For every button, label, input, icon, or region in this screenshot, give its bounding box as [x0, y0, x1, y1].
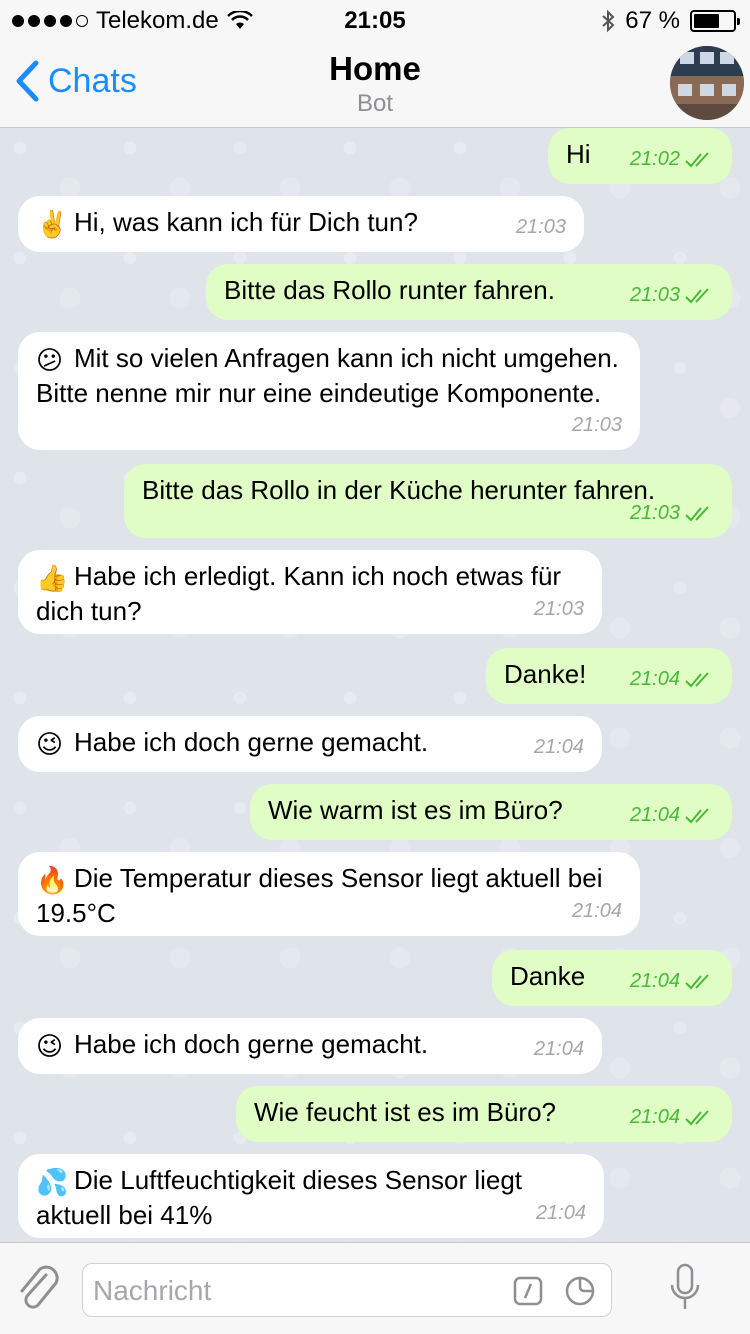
- double-check-icon: [685, 807, 709, 823]
- message-time: 21:04: [533, 1038, 584, 1060]
- chat-title[interactable]: Home Bot: [0, 50, 750, 118]
- message-outgoing[interactable]: Wie warm ist es im Büro? 21:04: [250, 784, 732, 840]
- message-time: 21:02: [630, 143, 714, 176]
- message-input[interactable]: [93, 1272, 503, 1310]
- message-text: Habe ich erledigt. Kann ich noch etwas f…: [36, 561, 562, 626]
- status-right: 67 %: [601, 7, 740, 35]
- message-text: Die Luftfeuchtigkeit dieses Sensor liegt…: [36, 1165, 523, 1230]
- message-text: Bitte das Rollo runter fahren.: [224, 275, 555, 305]
- double-check-icon: [685, 287, 709, 303]
- message-time: 21:04: [535, 1202, 586, 1224]
- microphone-icon[interactable]: [668, 1263, 702, 1315]
- avatar[interactable]: [670, 46, 744, 120]
- message-time: 21:04: [533, 736, 584, 758]
- message-incoming[interactable]: 💦 Die Luftfeuchtigkeit dieses Sensor lieg…: [18, 1154, 604, 1238]
- double-check-icon: [685, 671, 709, 687]
- message-time: 21:03: [630, 497, 714, 530]
- message-time: 21:03: [533, 598, 584, 620]
- message-time: 21:04: [630, 799, 714, 832]
- sweat-droplets-icon: 💦: [36, 1167, 69, 1197]
- sticker-icon[interactable]: [565, 1276, 595, 1306]
- message-outgoing[interactable]: Wie feucht ist es im Büro? 21:04: [236, 1086, 732, 1142]
- message-incoming[interactable]: 🔥 Die Temperatur dieses Sensor liegt aktu…: [18, 852, 640, 936]
- message-incoming[interactable]: 😕 Mit so vielen Anfragen kann ich nicht u…: [18, 332, 640, 450]
- message-time: 21:03: [571, 414, 622, 436]
- message-time: 21:04: [630, 965, 714, 998]
- thumbs-up-icon: 👍: [36, 563, 69, 593]
- message-incoming[interactable]: 😉 Habe ich doch gerne gemacht. 21:04: [18, 1018, 602, 1074]
- message-text: Wie feucht ist es im Büro?: [254, 1097, 556, 1127]
- message-outgoing[interactable]: Bitte das Rollo in der Küche herunter fa…: [124, 464, 732, 538]
- message-text: Wie warm ist es im Büro?: [268, 795, 563, 825]
- confused-face-icon: 😕: [36, 345, 64, 375]
- message-text: Habe ich doch gerne gemacht.: [74, 727, 429, 757]
- nav-bar: Chats Home Bot: [0, 40, 750, 128]
- message-incoming[interactable]: ✌️ Hi, was kann ich für Dich tun? 21:03: [18, 196, 584, 252]
- message-list[interactable]: Hi 21:02 ✌️ Hi, was kann ich für Dich tun…: [0, 128, 750, 1242]
- fire-icon: 🔥: [36, 865, 69, 895]
- bluetooth-icon: [602, 9, 615, 33]
- message-text: Mit so vielen Anfragen kann ich nicht um…: [36, 343, 619, 408]
- message-time: 21:03: [515, 216, 566, 238]
- message-text: Danke: [510, 961, 586, 991]
- message-text: Danke!: [504, 659, 587, 689]
- message-outgoing[interactable]: Bitte das Rollo runter fahren. 21:03: [206, 264, 732, 320]
- double-check-icon: [685, 973, 709, 989]
- message-time: 21:03: [630, 279, 714, 312]
- message-incoming[interactable]: 👍 Habe ich erledigt. Kann ich noch etwas …: [18, 550, 602, 634]
- message-outgoing[interactable]: Danke 21:04: [492, 950, 732, 1006]
- composer-bar: [0, 1242, 750, 1334]
- double-check-icon: [685, 1109, 709, 1125]
- status-bar: Telekom.de 21:05 67 %: [0, 0, 750, 40]
- victory-hand-icon: ✌️: [36, 209, 69, 239]
- message-outgoing[interactable]: Danke! 21:04: [486, 648, 732, 704]
- message-time: 21:04: [630, 663, 714, 696]
- message-time: 21:04: [571, 900, 622, 922]
- message-incoming[interactable]: 😉 Habe ich doch gerne gemacht. 21:04: [18, 716, 602, 772]
- paperclip-icon[interactable]: [16, 1261, 62, 1313]
- house-photo: [670, 46, 744, 120]
- message-text: Habe ich doch gerne gemacht.: [74, 1029, 429, 1059]
- message-time: 21:04: [630, 1101, 714, 1134]
- message-text: Hi, was kann ich für Dich tun?: [74, 207, 418, 237]
- message-text: Hi: [566, 139, 591, 169]
- battery-percent: 67 %: [625, 7, 680, 34]
- double-check-icon: [685, 151, 709, 167]
- chat-name: Home: [329, 50, 421, 87]
- battery-icon: [690, 10, 740, 32]
- bot-command-icon[interactable]: [513, 1276, 543, 1306]
- message-text: Bitte das Rollo in der Küche herunter fa…: [142, 475, 656, 505]
- message-field[interactable]: [82, 1263, 612, 1317]
- winking-face-icon: 😉: [36, 729, 64, 759]
- winking-face-icon: 😉: [36, 1031, 64, 1061]
- message-text: Die Temperatur dieses Sensor liegt aktue…: [36, 863, 603, 928]
- double-check-icon: [685, 505, 709, 521]
- message-outgoing[interactable]: Hi 21:02: [548, 128, 732, 184]
- chat-subtitle: Bot: [356, 90, 394, 117]
